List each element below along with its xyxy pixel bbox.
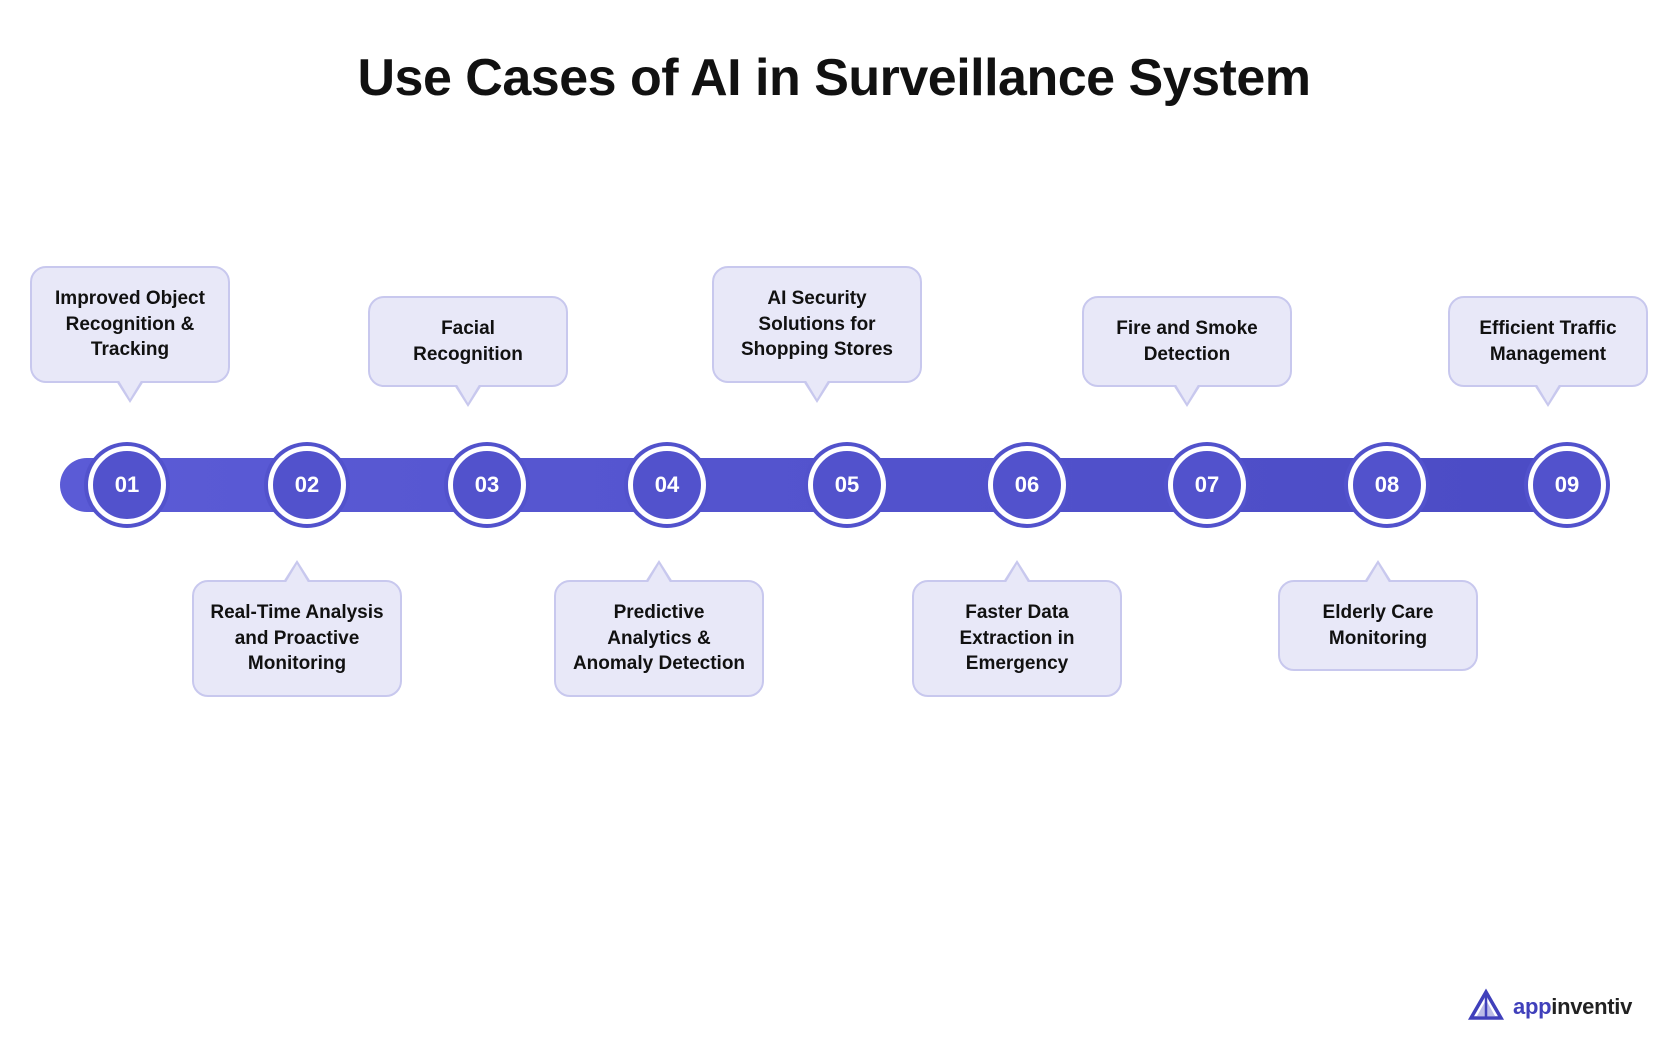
- node-07: 07: [1168, 446, 1246, 524]
- bubble-ai-security: AI Security Solutions for Shopping Store…: [712, 266, 922, 383]
- node-05: 05: [808, 446, 886, 524]
- bubble-fire-smoke: Fire and Smoke Detection: [1082, 296, 1292, 387]
- bubble-traffic: Efficient Traffic Management: [1448, 296, 1648, 387]
- node-03: 03: [448, 446, 526, 524]
- node-09: 09: [1528, 446, 1606, 524]
- node-08: 08: [1348, 446, 1426, 524]
- node-01: 01: [88, 446, 166, 524]
- bubble-facial-recognition: Facial Recognition: [368, 296, 568, 387]
- node-06: 06: [988, 446, 1066, 524]
- bubble-faster-data: Faster Data Extraction in Emergency: [912, 580, 1122, 697]
- bubble-elderly-care: Elderly Care Monitoring: [1278, 580, 1478, 671]
- logo-text: appinventiv: [1513, 994, 1632, 1020]
- page-title: Use Cases of AI in Surveillance System: [0, 0, 1668, 128]
- bubble-realtime: Real-Time Analysis and Proactive Monitor…: [192, 580, 402, 697]
- logo: appinventiv: [1467, 988, 1632, 1026]
- bubble-predictive: Predictive Analytics & Anomaly Detection: [554, 580, 764, 697]
- node-04: 04: [628, 446, 706, 524]
- appinventiv-logo-icon: [1467, 988, 1505, 1026]
- diagram-container: 01 02 03 04 05 06 07 08 09 Improved Obje…: [0, 148, 1668, 968]
- node-02: 02: [268, 446, 346, 524]
- bubble-improved-object: Improved Object Recognition & Tracking: [30, 266, 230, 383]
